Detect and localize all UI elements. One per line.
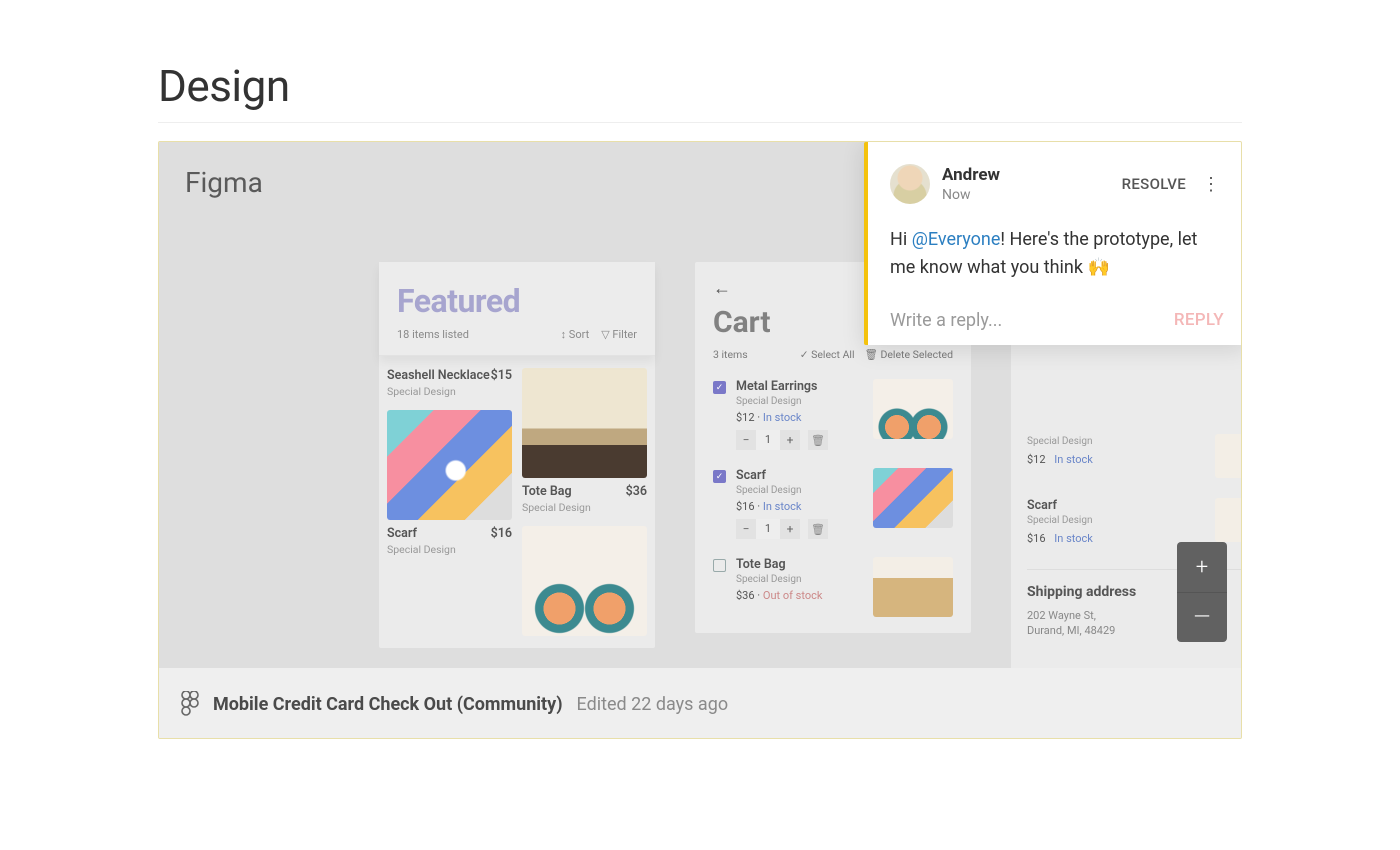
qty-plus-button[interactable]: + <box>780 519 800 539</box>
product-sub: Special Design <box>387 385 512 398</box>
trash-icon[interactable]: 🗑 <box>808 519 828 539</box>
featured-count: 18 items listed <box>397 328 469 341</box>
file-edited-label: Edited 22 days ago <box>577 694 729 715</box>
zoom-in-button[interactable]: + <box>1177 542 1227 592</box>
cart-count: 3 items <box>713 348 748 361</box>
select-all-button[interactable]: ✓ Select All <box>800 348 855 361</box>
qty-minus-button[interactable]: − <box>736 519 756 539</box>
reply-input[interactable]: Write a reply... <box>890 310 1002 331</box>
cart-item-name: Scarf <box>736 468 863 483</box>
product-tote[interactable]: Tote Bag $36 Special Design <box>522 368 647 514</box>
cart-item-image <box>873 379 953 439</box>
order-product-sub: Special Design <box>1027 436 1205 447</box>
order-product-price: $16 <box>1027 532 1046 545</box>
comment-popover: Andrew Now RESOLVE ⋮ Hi @Everyone! Here'… <box>864 142 1241 345</box>
cart-item-price: $16 <box>736 500 755 513</box>
checkbox-icon[interactable]: ✓ <box>713 470 726 483</box>
comment-author: Andrew <box>942 165 1110 185</box>
cart-item-sub: Special Design <box>736 574 863 585</box>
cart-item-name: Metal Earrings <box>736 379 863 394</box>
file-name[interactable]: Mobile Credit Card Check Out (Community) <box>213 694 563 715</box>
cart-item: Tote Bag Special Design $36 · Out of sto… <box>713 557 953 617</box>
product-image <box>387 410 512 520</box>
order-product-sub: Special Design <box>1027 515 1205 526</box>
avatar <box>890 164 930 204</box>
mention[interactable]: @Everyone <box>912 229 1001 250</box>
canvas-app-label: Figma <box>185 166 263 199</box>
figma-canvas[interactable]: Figma Featured 18 items listed ↕ Sort ▽ … <box>159 142 1241 668</box>
product-name: Seashell Necklace <box>387 368 490 383</box>
cart-item: ✓ Scarf Special Design $16 · In stock − … <box>713 468 953 539</box>
product-price: $16 <box>491 526 512 541</box>
product-image <box>522 368 647 478</box>
product-name: Tote Bag <box>522 484 572 499</box>
page-title: Design <box>158 60 1242 112</box>
cart-item-price: $36 <box>736 589 755 602</box>
featured-header: Featured 18 items listed ↕ Sort ▽ Filter <box>379 262 655 356</box>
resolve-button[interactable]: RESOLVE <box>1122 175 1186 193</box>
order-product-name: Scarf <box>1027 498 1205 513</box>
sort-button[interactable]: ↕ Sort <box>561 328 590 341</box>
product-sub: Special Design <box>522 501 647 514</box>
product-price: $36 <box>626 484 647 499</box>
comment-body: Hi @Everyone! Here's the prototype, let … <box>890 226 1224 282</box>
checkbox-icon[interactable]: ✓ <box>713 381 726 394</box>
cart-item-sub: Special Design <box>736 485 863 496</box>
qty-value: 1 <box>756 430 780 450</box>
comment-time: Now <box>942 187 1110 203</box>
reply-button[interactable]: REPLY <box>1174 310 1224 330</box>
cart-item-sub: Special Design <box>736 396 863 407</box>
more-menu-icon[interactable]: ⋮ <box>1198 174 1224 195</box>
figma-logo-icon <box>181 691 199 717</box>
checkbox-icon[interactable] <box>713 559 726 572</box>
order-product-stock: In stock <box>1054 532 1093 545</box>
qty-minus-button[interactable]: − <box>736 430 756 450</box>
product-seashell[interactable]: Seashell Necklace $15 Special Design <box>387 368 512 398</box>
order-product-stock: In stock <box>1054 453 1093 466</box>
cart-item-image <box>873 557 953 617</box>
qty-value: 1 <box>756 519 780 539</box>
cart-item-stock: Out of stock <box>763 589 823 602</box>
order-product-image <box>1215 498 1241 542</box>
product-earrings[interactable] <box>522 526 647 636</box>
cart-item-stock: In stock <box>763 500 802 513</box>
zoom-out-button[interactable]: — <box>1177 592 1227 642</box>
cart-item-price: $12 <box>736 411 755 424</box>
zoom-controls: + — <box>1177 542 1227 642</box>
delete-selected-button[interactable]: 🗑 Delete Selected <box>865 348 953 361</box>
trash-icon[interactable]: 🗑 <box>808 430 828 450</box>
order-product-price: $12 <box>1027 453 1046 466</box>
order-product: Special Design $12 In stock <box>1027 424 1241 488</box>
divider <box>158 122 1242 123</box>
order-product-image <box>1215 434 1241 478</box>
cart-item: ✓ Metal Earrings Special Design $12 · In… <box>713 379 953 450</box>
cart-item-image <box>873 468 953 528</box>
product-name: Scarf <box>387 526 417 541</box>
qty-plus-button[interactable]: + <box>780 430 800 450</box>
product-image <box>522 526 647 636</box>
featured-panel: Featured 18 items listed ↕ Sort ▽ Filter <box>379 262 655 648</box>
cart-item-stock: In stock <box>763 411 802 424</box>
cart-item-name: Tote Bag <box>736 557 863 572</box>
filter-button[interactable]: ▽ Filter <box>601 328 637 341</box>
product-scarf[interactable]: Scarf $16 Special Design <box>387 410 512 556</box>
product-price: $15 <box>491 368 512 383</box>
product-sub: Special Design <box>387 543 512 556</box>
back-arrow-icon[interactable]: ← <box>713 278 731 299</box>
figma-embed-card: Figma Featured 18 items listed ↕ Sort ▽ … <box>158 141 1242 739</box>
embed-footer: Mobile Credit Card Check Out (Community)… <box>159 668 1241 739</box>
featured-title: Featured <box>397 282 637 320</box>
